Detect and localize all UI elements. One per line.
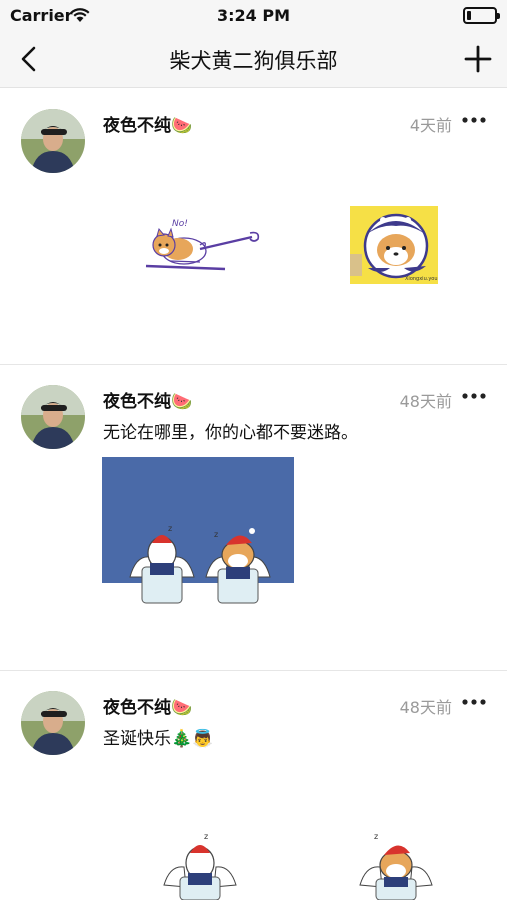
angel-shiba-sticker[interactable]: z xyxy=(356,821,436,900)
avatar[interactable] xyxy=(21,691,85,755)
svg-text:z: z xyxy=(204,832,208,841)
navigation-bar: 柴犬黄二狗俱乐部 xyxy=(0,30,507,88)
watermelon-icon: 🍉 xyxy=(171,698,193,718)
post-text: 无论在哪里，你的心都不要迷路。 xyxy=(103,423,358,443)
shiba-dog-sticker[interactable]: No! xyxy=(140,209,270,279)
page-title: 柴犬黄二狗俱乐部 xyxy=(169,49,338,73)
post-time: 48天前 xyxy=(399,698,452,717)
more-icon[interactable] xyxy=(461,697,487,707)
plus-icon[interactable] xyxy=(461,42,495,76)
shiba-astronaut-sticker[interactable]: Xiongxiu.you xyxy=(350,206,438,284)
avatar[interactable] xyxy=(21,385,85,449)
post-username[interactable]: 夜色不纯🍉 xyxy=(103,693,192,718)
avatar[interactable] xyxy=(21,109,85,173)
battery-icon xyxy=(463,7,500,24)
christmas-angels-sticker[interactable]: z z xyxy=(102,457,294,609)
watermelon-icon: 🍉 xyxy=(171,116,193,136)
post-time: 48天前 xyxy=(399,392,452,411)
post-card[interactable]: 夜色不纯🍉 4天前 No! Xiongxiu.you xyxy=(0,89,507,365)
post-username[interactable]: 夜色不纯🍉 xyxy=(103,387,192,412)
post-card[interactable]: 夜色不纯🍉 48天前 圣诞快乐🎄👼 z z xyxy=(0,671,507,900)
angel-dog-sticker[interactable]: z xyxy=(160,821,240,900)
more-icon[interactable] xyxy=(461,391,487,401)
post-text: 圣诞快乐🎄👼 xyxy=(103,729,214,749)
post-card[interactable]: 夜色不纯🍉 48天前 无论在哪里，你的心都不要迷路。 z z xyxy=(0,365,507,671)
status-bar: Carrier 3:24 PM xyxy=(0,0,507,30)
post-time: 4天前 xyxy=(409,116,452,135)
svg-text:z: z xyxy=(168,524,172,533)
svg-text:z: z xyxy=(214,530,218,539)
post-username[interactable]: 夜色不纯🍉 xyxy=(103,111,192,136)
svg-text:No!: No! xyxy=(172,219,188,229)
svg-text:Xiongxiu.you: Xiongxiu.you xyxy=(405,276,438,282)
clock: 3:24 PM xyxy=(216,6,290,25)
watermelon-icon: 🍉 xyxy=(171,392,193,412)
svg-text:z: z xyxy=(374,832,378,841)
more-icon[interactable] xyxy=(461,115,487,125)
